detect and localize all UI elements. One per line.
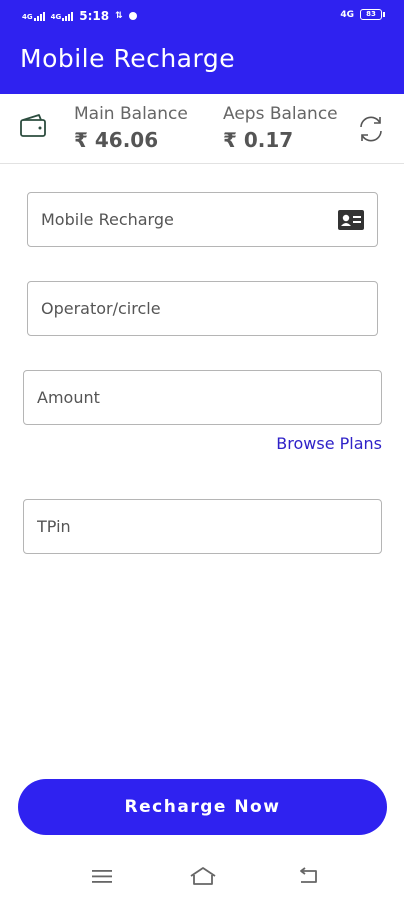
back-icon[interactable] <box>294 863 324 889</box>
menu-icon[interactable] <box>87 863 117 889</box>
signal-icon-1: 4G <box>22 11 45 21</box>
amount-field[interactable] <box>23 370 382 425</box>
status-time: 5:18 <box>79 9 110 23</box>
battery-icon: 83 <box>360 9 385 20</box>
amount-input[interactable] <box>24 371 381 424</box>
status-right: 4G 83 <box>340 9 385 20</box>
tpin-input[interactable] <box>24 500 381 553</box>
tpin-field[interactable] <box>23 499 382 554</box>
recharge-now-button[interactable]: Recharge Now <box>18 779 387 835</box>
browse-plans-link[interactable]: Browse Plans <box>276 434 382 453</box>
aeps-balance-label: Aeps Balance <box>223 104 338 124</box>
main-balance-value: ₹ 46.06 <box>74 128 159 152</box>
status-left: 4G 4G 5:18 ⇅ <box>22 9 137 23</box>
balance-bar: Main Balance ₹ 46.06 Aeps Balance ₹ 0.17 <box>0 94 404 164</box>
home-icon[interactable] <box>188 863 218 889</box>
mobile-number-field[interactable] <box>27 192 378 247</box>
battery-level: 83 <box>366 10 376 18</box>
signal-icon-2: 4G <box>51 11 74 21</box>
operator-input[interactable] <box>28 282 377 335</box>
mobile-number-input[interactable] <box>28 193 377 246</box>
aeps-balance: Aeps Balance ₹ 0.17 <box>223 104 338 152</box>
main-balance: Main Balance ₹ 46.06 <box>74 104 188 152</box>
app-bar: Mobile Recharge <box>0 34 404 94</box>
refresh-icon[interactable] <box>356 114 386 144</box>
system-nav-bar <box>0 855 404 900</box>
network-type: 4G <box>340 9 354 20</box>
message-icon <box>128 12 137 20</box>
status-bar: 4G 4G 5:18 ⇅ 4G 83 <box>0 0 404 34</box>
data-activity-icon: ⇅ <box>115 11 123 21</box>
operator-field[interactable] <box>27 281 378 336</box>
wallet-icon <box>20 114 46 137</box>
aeps-balance-value: ₹ 0.17 <box>223 128 294 152</box>
contact-card-icon[interactable] <box>338 210 364 230</box>
main-balance-label: Main Balance <box>74 104 188 124</box>
page-title: Mobile Recharge <box>20 44 236 73</box>
